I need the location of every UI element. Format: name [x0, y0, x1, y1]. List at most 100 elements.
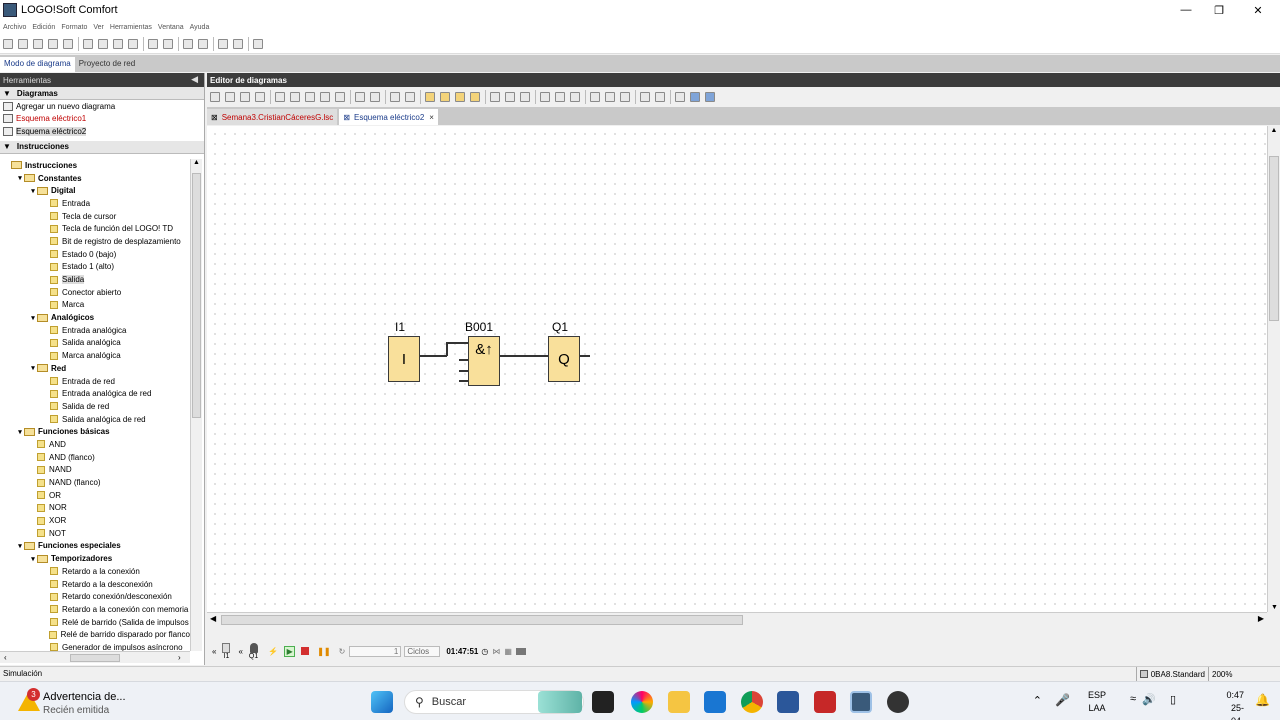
battery-icon[interactable]: ▯	[1170, 693, 1176, 706]
display-icon[interactable]	[515, 647, 526, 655]
diagram-item-esquema2[interactable]: Esquema eléctrico2	[0, 125, 204, 138]
tree-item[interactable]: NOT	[0, 527, 190, 540]
chrome-icon[interactable]	[741, 691, 763, 713]
tree-item[interactable]: NOR	[0, 502, 190, 515]
tab-semana3[interactable]: ⊠ Semana3.CristianCáceresG.lsc	[207, 109, 338, 125]
scroll-right-icon[interactable]: ▶	[1258, 614, 1264, 623]
tab-esquema2[interactable]: ⊠ Esquema eléctrico2 ×	[339, 109, 438, 125]
paste-icon[interactable]	[128, 38, 138, 49]
tree-item[interactable]: Retardo a la conexión	[0, 565, 190, 578]
tree-item[interactable]: XOR	[0, 514, 190, 527]
tree-folder[interactable]: ▾ Analógicos	[0, 311, 190, 324]
clock[interactable]: 0:47 25-04-2026	[1224, 689, 1244, 720]
align-bottom-icon[interactable]	[335, 92, 345, 102]
cycles-input[interactable]: 1	[349, 645, 402, 657]
scroll-up-icon[interactable]: ▲	[191, 159, 202, 166]
print-icon[interactable]	[63, 38, 73, 49]
menu-archivo[interactable]: Archivo	[3, 24, 26, 31]
scrollbar-thumb[interactable]	[70, 654, 120, 662]
wifi-icon[interactable]: ≈	[1130, 693, 1136, 705]
align-top-icon[interactable]	[305, 92, 315, 102]
close-tab-icon[interactable]: ×	[429, 113, 434, 122]
new-file-icon[interactable]	[3, 38, 13, 49]
constants-tool-icon[interactable]	[240, 92, 250, 102]
tree-horizontal-scrollbar[interactable]: ‹ ›	[0, 651, 190, 663]
outlook-icon[interactable]	[704, 691, 726, 713]
scroll-left-icon[interactable]: ◀	[210, 614, 216, 623]
single-view-icon[interactable]	[490, 92, 500, 102]
connect-tool-icon[interactable]	[225, 92, 235, 102]
open-input-pin[interactable]	[459, 380, 468, 382]
tree-item[interactable]: Estado 1 (alto)	[0, 261, 190, 274]
start-icon[interactable]	[371, 691, 393, 713]
tree-toggle-icon[interactable]: ▾	[29, 187, 37, 195]
zoom-out-icon[interactable]	[555, 92, 565, 102]
tree-item[interactable]: Retardo conexión/desconexión	[0, 590, 190, 603]
tree-item[interactable]: Salida analógica	[0, 337, 190, 350]
collapse-outputs-icon[interactable]: «	[238, 647, 242, 656]
grid-icon[interactable]	[605, 92, 615, 102]
udf-block-icon[interactable]	[470, 92, 480, 102]
tree-item[interactable]: Tecla de función del LOGO! TD	[0, 222, 190, 235]
tab-network-project[interactable]: Proyecto de red	[75, 57, 139, 72]
acrobat-icon[interactable]	[814, 691, 836, 713]
compare-icon[interactable]	[233, 38, 243, 49]
output-block-q1[interactable]: Q	[548, 336, 580, 382]
tree-toggle-icon[interactable]: ▾	[16, 174, 24, 182]
triple-view-icon[interactable]	[520, 92, 530, 102]
open-input-pin[interactable]	[459, 370, 468, 372]
align-middle-icon[interactable]	[320, 92, 330, 102]
file-explorer-icon[interactable]	[668, 691, 690, 713]
scrollbar-thumb[interactable]	[1269, 156, 1279, 321]
tree-item[interactable]: Salida de red	[0, 400, 190, 413]
menu-formato[interactable]: Formato	[61, 24, 87, 31]
tree-toggle-icon[interactable]: ▾	[29, 364, 37, 372]
gf-block-icon[interactable]	[440, 92, 450, 102]
pause-icon[interactable]: ❚❚	[317, 647, 330, 656]
tree-item[interactable]: AND	[0, 438, 190, 451]
undo-icon[interactable]	[148, 38, 158, 49]
pencil-icon[interactable]	[590, 92, 600, 102]
tree-item[interactable]: Estado 0 (bajo)	[0, 248, 190, 261]
stop-icon[interactable]	[301, 647, 310, 655]
tree-item[interactable]: Entrada analógica de red	[0, 387, 190, 400]
tree-item[interactable]: Entrada de red	[0, 375, 190, 388]
align-center-icon[interactable]	[290, 92, 300, 102]
tree-folder[interactable]: ▾ Temporizadores	[0, 552, 190, 565]
rotate-left-icon[interactable]	[390, 92, 400, 102]
tree-item[interactable]: NAND	[0, 464, 190, 477]
microphone-icon[interactable]: 🎤	[1055, 693, 1070, 707]
collapse-panel-icon[interactable]: ◀	[191, 74, 198, 85]
scroll-down-icon[interactable]: ▼	[1271, 604, 1278, 611]
tree-item[interactable]: OR	[0, 489, 190, 502]
tree-item[interactable]: Relé de barrido disparado por flanco	[0, 628, 190, 641]
open-folder-icon[interactable]	[33, 38, 43, 49]
layout-icon[interactable]	[218, 38, 228, 49]
zoom-in-icon[interactable]	[540, 92, 550, 102]
text-tool-icon[interactable]	[255, 92, 265, 102]
menu-herramientas[interactable]: Herramientas	[110, 24, 152, 31]
scrollbar-thumb[interactable]	[221, 615, 743, 625]
menu-edicion[interactable]: Edición	[32, 24, 55, 31]
pc-to-logo-icon[interactable]	[183, 38, 193, 49]
tree-toggle-icon[interactable]: ▾	[29, 555, 37, 563]
show-hidden-icons-icon[interactable]: ⌃	[1033, 694, 1042, 707]
tree-folder[interactable]: Instrucciones	[0, 159, 190, 172]
snap-icon[interactable]	[620, 92, 630, 102]
tree-toggle-icon[interactable]: ▾	[29, 314, 37, 322]
scroll-left-icon[interactable]: ‹	[4, 653, 7, 662]
volume-icon[interactable]: 🔊	[1142, 693, 1156, 706]
logo-to-pc-icon[interactable]	[198, 38, 208, 49]
clock-icon[interactable]: ◷	[481, 647, 488, 656]
align-left-icon[interactable]	[275, 92, 285, 102]
rotate-right-icon[interactable]	[405, 92, 415, 102]
split-view-icon[interactable]	[505, 92, 515, 102]
trend-icon[interactable]	[705, 92, 715, 102]
menu-ayuda[interactable]: Ayuda	[190, 24, 210, 31]
copilot-icon[interactable]	[631, 691, 653, 713]
settings-icon[interactable]: ▦	[504, 647, 512, 656]
tree-item[interactable]: Entrada analógica	[0, 324, 190, 337]
sim-input-i1[interactable]: I1	[222, 642, 231, 660]
task-view-icon[interactable]	[592, 691, 614, 713]
logo-soft-icon[interactable]	[850, 691, 872, 713]
